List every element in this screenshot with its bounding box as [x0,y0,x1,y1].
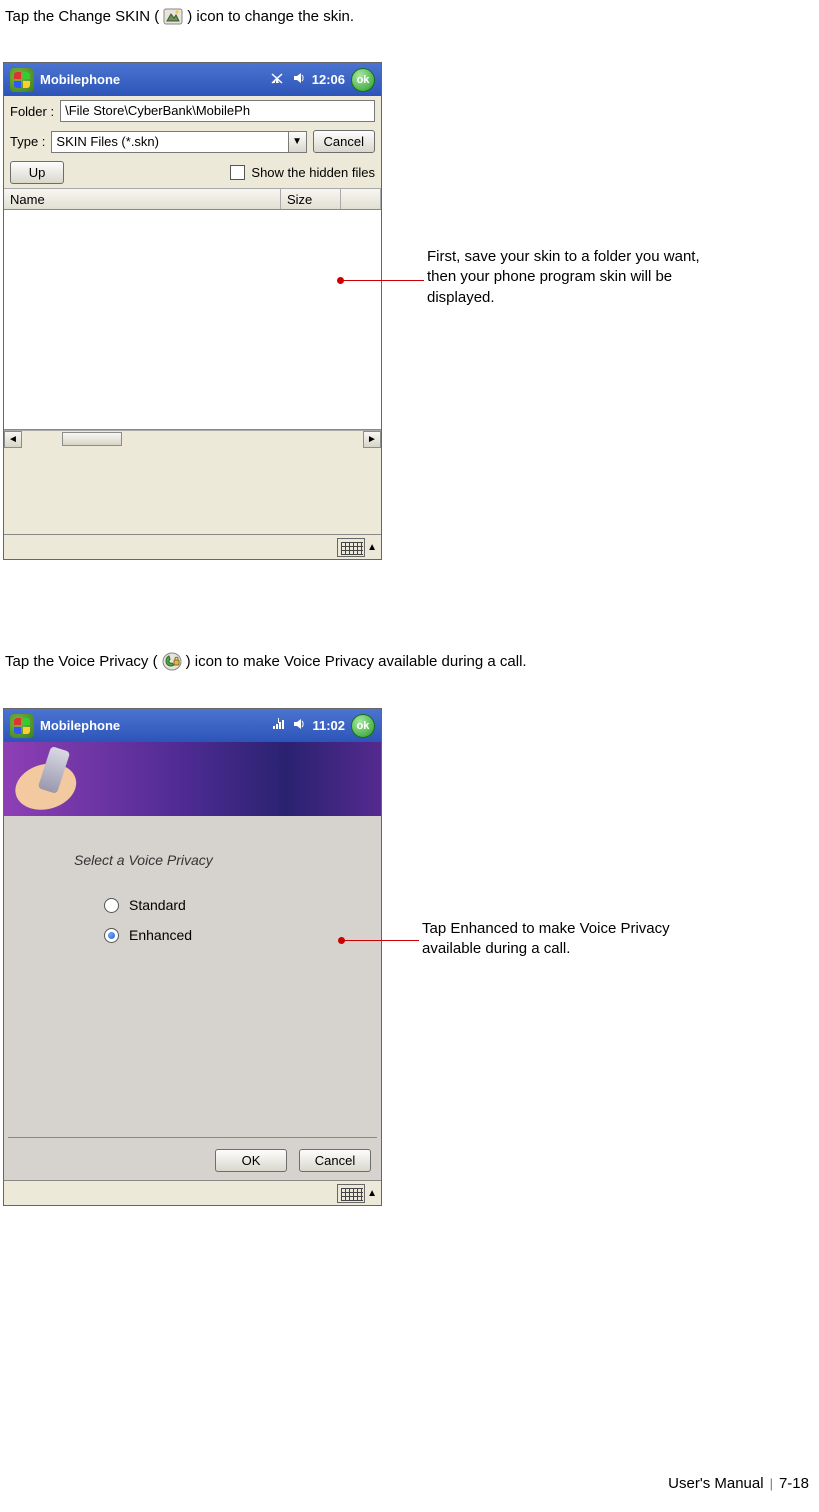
col-name[interactable]: Name [4,189,281,209]
pointer-dot-2 [338,937,345,944]
banner-image [4,742,381,816]
clock-text: 11:02 [312,718,345,733]
keyboard-icon[interactable] [337,1184,365,1203]
show-hidden-label: Show the hidden files [251,165,375,180]
sip-up-icon[interactable]: ▲ [367,1188,377,1199]
speaker-icon [292,717,306,734]
prompt-text: Select a Voice Privacy [74,852,213,868]
folder-label: Folder : [10,104,54,119]
pointer-line-1 [341,280,424,281]
title-bar: Mobilephone 11:02 ok [4,709,381,742]
text: Tap the Change SKIN ( [5,8,159,25]
change-skin-icon [163,8,183,25]
type-select[interactable]: SKIN Files (*.skn) ▼ [51,131,306,153]
type-value: SKIN Files (*.skn) [52,132,287,152]
screenshot-voice-privacy: Mobilephone 11:02 ok [3,708,382,1206]
radio-label: Enhanced [129,927,192,943]
col-size[interactable]: Size [281,189,341,209]
text: ) icon to make Voice Privacy available d… [186,653,527,670]
up-button[interactable]: Up [10,161,64,184]
list-header[interactable]: Name Size [4,188,381,210]
start-icon[interactable] [10,714,34,738]
radio-icon[interactable] [104,928,119,943]
sip-bar: ▲ [4,1180,381,1205]
annotation-skin: First, save your skin to a folder you wa… [427,247,727,308]
cancel-button[interactable]: Cancel [313,130,375,153]
signal-off-icon [270,71,286,88]
footer-sep: | [770,1476,773,1491]
footer-manual: User's Manual [668,1475,763,1492]
ok-button[interactable]: ok [351,68,375,92]
clock-text: 12:06 [312,72,345,87]
screenshot-skin-browser: Mobilephone 12:06 ok Folder : \Fi [3,62,382,560]
start-icon[interactable] [10,68,34,92]
text: ) icon to change the skin. [187,8,354,25]
scroll-right-icon[interactable]: ► [363,431,381,448]
status-icons: 12:06 [270,71,345,88]
radio-icon[interactable] [104,898,119,913]
title-bar: Mobilephone 12:06 ok [4,63,381,96]
window-title: Mobilephone [40,718,120,733]
divider [8,1137,377,1138]
instruction-change-skin: Tap the Change SKIN ( ) icon to change t… [5,8,354,25]
voice-privacy-icon [162,653,182,670]
speaker-icon [292,71,306,88]
chevron-down-icon[interactable]: ▼ [288,132,306,152]
annotation-privacy: Tap Enhanced to make Voice Privacy avail… [422,919,682,960]
type-label: Type : [10,134,45,149]
show-hidden-checkbox[interactable] [230,165,245,180]
h-scrollbar[interactable]: ◄ ► [4,430,381,448]
instruction-voice-privacy: Tap the Voice Privacy ( ) icon to make V… [5,653,527,670]
signal-icon [272,717,286,734]
scroll-thumb[interactable] [62,432,122,446]
footer-page: 7-18 [779,1475,809,1492]
scroll-track[interactable] [22,431,363,448]
page-footer: User's Manual | 7-18 [668,1475,809,1492]
file-list[interactable] [4,210,381,430]
sip-up-icon[interactable]: ▲ [367,542,377,553]
ok-button[interactable]: OK [215,1149,287,1172]
text: Tap the Voice Privacy ( [5,653,158,670]
radio-label: Standard [129,897,186,913]
sip-bar: ▲ [4,534,381,559]
pointer-line-2 [342,940,419,941]
col-extra[interactable] [341,189,381,209]
radio-enhanced[interactable]: Enhanced [104,927,192,943]
cancel-button[interactable]: Cancel [299,1149,371,1172]
folder-field[interactable]: \File Store\CyberBank\MobilePh [60,100,375,122]
ok-button[interactable]: ok [351,714,375,738]
keyboard-icon[interactable] [337,538,365,557]
pointer-dot-1 [337,277,344,284]
radio-standard[interactable]: Standard [104,897,186,913]
status-icons: 11:02 [272,717,345,734]
window-title: Mobilephone [40,72,120,87]
scroll-left-icon[interactable]: ◄ [4,431,22,448]
